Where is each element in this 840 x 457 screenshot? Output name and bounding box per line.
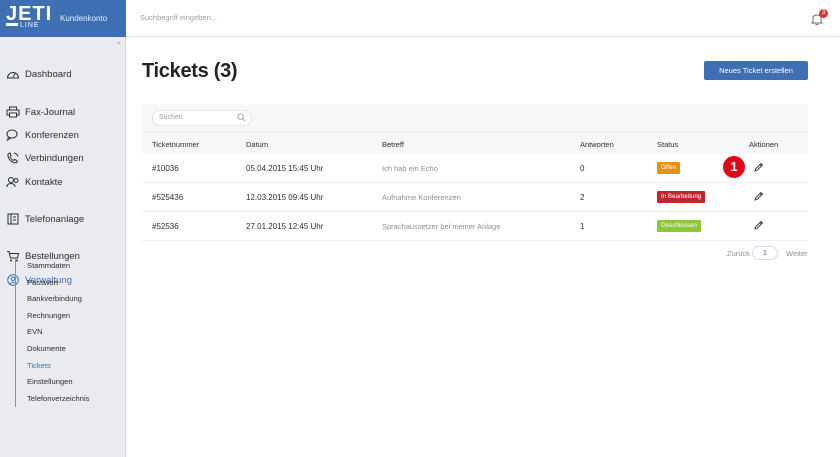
status-badge: Geschlossen [657,220,701,232]
ticket-subject: Aufnahme Konferenzen [382,193,461,202]
column-header-datum[interactable]: Datum [246,140,268,149]
chat-icon [6,129,20,141]
ticket-date: 27.01.2015 12:45 Uhr [246,222,324,231]
submenu-item-stammdaten[interactable]: Stammdaten [16,258,115,275]
column-header-antworten[interactable]: Antworten [580,140,614,149]
sidebar-item-dashboard[interactable]: Dashboard [6,66,71,82]
sidebar-item-fax-journal[interactable]: Fax-Journal [6,104,75,120]
sidebar-item-kontakte[interactable]: Kontakte [6,174,63,190]
submenu-item-bankverbindung[interactable]: Bankverbindung [16,291,115,308]
table-row[interactable]: #10036 05.04.2015 15:45 Uhr Ich hab ein … [142,154,808,183]
page-title: Tickets (3) [142,60,238,82]
new-ticket-button[interactable]: Neues Ticket erstellen [704,61,808,80]
column-header-betreff[interactable]: Betreff [382,140,404,149]
logo-subtext: LINE [20,22,40,29]
notification-badge: 3 [819,9,828,18]
ticket-number: #525436 [152,193,184,202]
sidebar-item-konferenzen[interactable]: Konferenzen [6,127,79,143]
ticket-search-input[interactable]: Suchen [152,110,252,126]
pagination-next[interactable]: Weiter [786,249,808,258]
submenu-item-rechnungen[interactable]: Rechnungen [16,308,115,325]
contacts-icon [6,176,20,188]
ticket-date: 12.03.2015 09:45 Uhr [246,193,324,202]
table-filter-bar: Suchen [142,104,808,132]
top-bar: JETI LINE Kundenkonto Suchbegriff eingeb… [0,0,840,37]
ticket-search-placeholder: Suchen [159,114,183,121]
ticket-subject: Sprachaussetzer bei meiner Anlage [382,222,501,231]
ticket-subject: Ich hab ein Echo [382,164,438,173]
pencil-icon[interactable] [753,220,764,231]
switchboard-icon [6,213,20,225]
status-badge: In Bearbeitung [657,191,706,203]
sidebar-item-telefonanlage[interactable]: Telefonanlage [6,211,84,227]
pencil-icon[interactable] [753,191,764,202]
dashboard-icon [6,68,20,80]
ticket-replies: 2 [580,193,585,202]
printer-icon [6,106,20,118]
submenu-item-tickets[interactable]: Tickets [16,358,115,375]
brand-header[interactable]: JETI LINE Kundenkonto [0,0,126,37]
verwaltung-submenu: Stammdaten Passwort Bankverbindung Rechn… [15,258,115,408]
ticket-replies: 0 [580,164,585,173]
search-icon [237,113,246,122]
submenu-item-einstellungen[interactable]: Einstellungen [16,374,115,391]
submenu-item-dokumente[interactable]: Dokumente [16,341,115,358]
jetiline-logo: JETI LINE [6,3,58,32]
table-row[interactable]: #525436 12.03.2015 09:45 Uhr Aufnahme Ko… [142,183,808,212]
ticket-date: 05.04.2015 15:45 Uhr [246,164,324,173]
pagination-current-page[interactable]: 1 [752,246,778,260]
ticket-replies: 1 [580,222,585,231]
sidebar-item-verbindungen[interactable]: Verbindungen [6,150,84,166]
table-header: Ticketnummer Datum Betreff Antworten Sta… [142,132,808,154]
brand-subtitle: Kundenkonto [60,14,108,23]
column-header-ticketnummer[interactable]: Ticketnummer [152,140,199,149]
submenu-item-evn[interactable]: EVN [16,324,115,341]
global-search-input[interactable]: Suchbegriff eingeben... [140,13,217,22]
submenu-item-telefonverzeichnis[interactable]: Telefonverzeichnis [16,391,115,408]
column-header-aktionen: Aktionen [749,140,779,149]
ticket-number: #10036 [152,164,179,173]
pagination-prev[interactable]: Zurück [727,249,750,258]
step-marker: 1 [723,156,745,178]
tickets-table-panel: Suchen Ticketnummer Datum Betreff Antwor… [142,104,808,264]
column-header-status[interactable]: Status [657,140,678,149]
table-row[interactable]: #52536 27.01.2015 12:45 Uhr Sprachausset… [142,212,808,241]
ticket-number: #52536 [152,222,179,231]
submenu-item-passwort[interactable]: Passwort [16,275,115,292]
collapse-sidebar-icon[interactable]: « [117,40,121,47]
phone-icon [6,152,20,164]
pencil-icon[interactable] [753,162,764,173]
status-badge: Offen [657,162,681,174]
